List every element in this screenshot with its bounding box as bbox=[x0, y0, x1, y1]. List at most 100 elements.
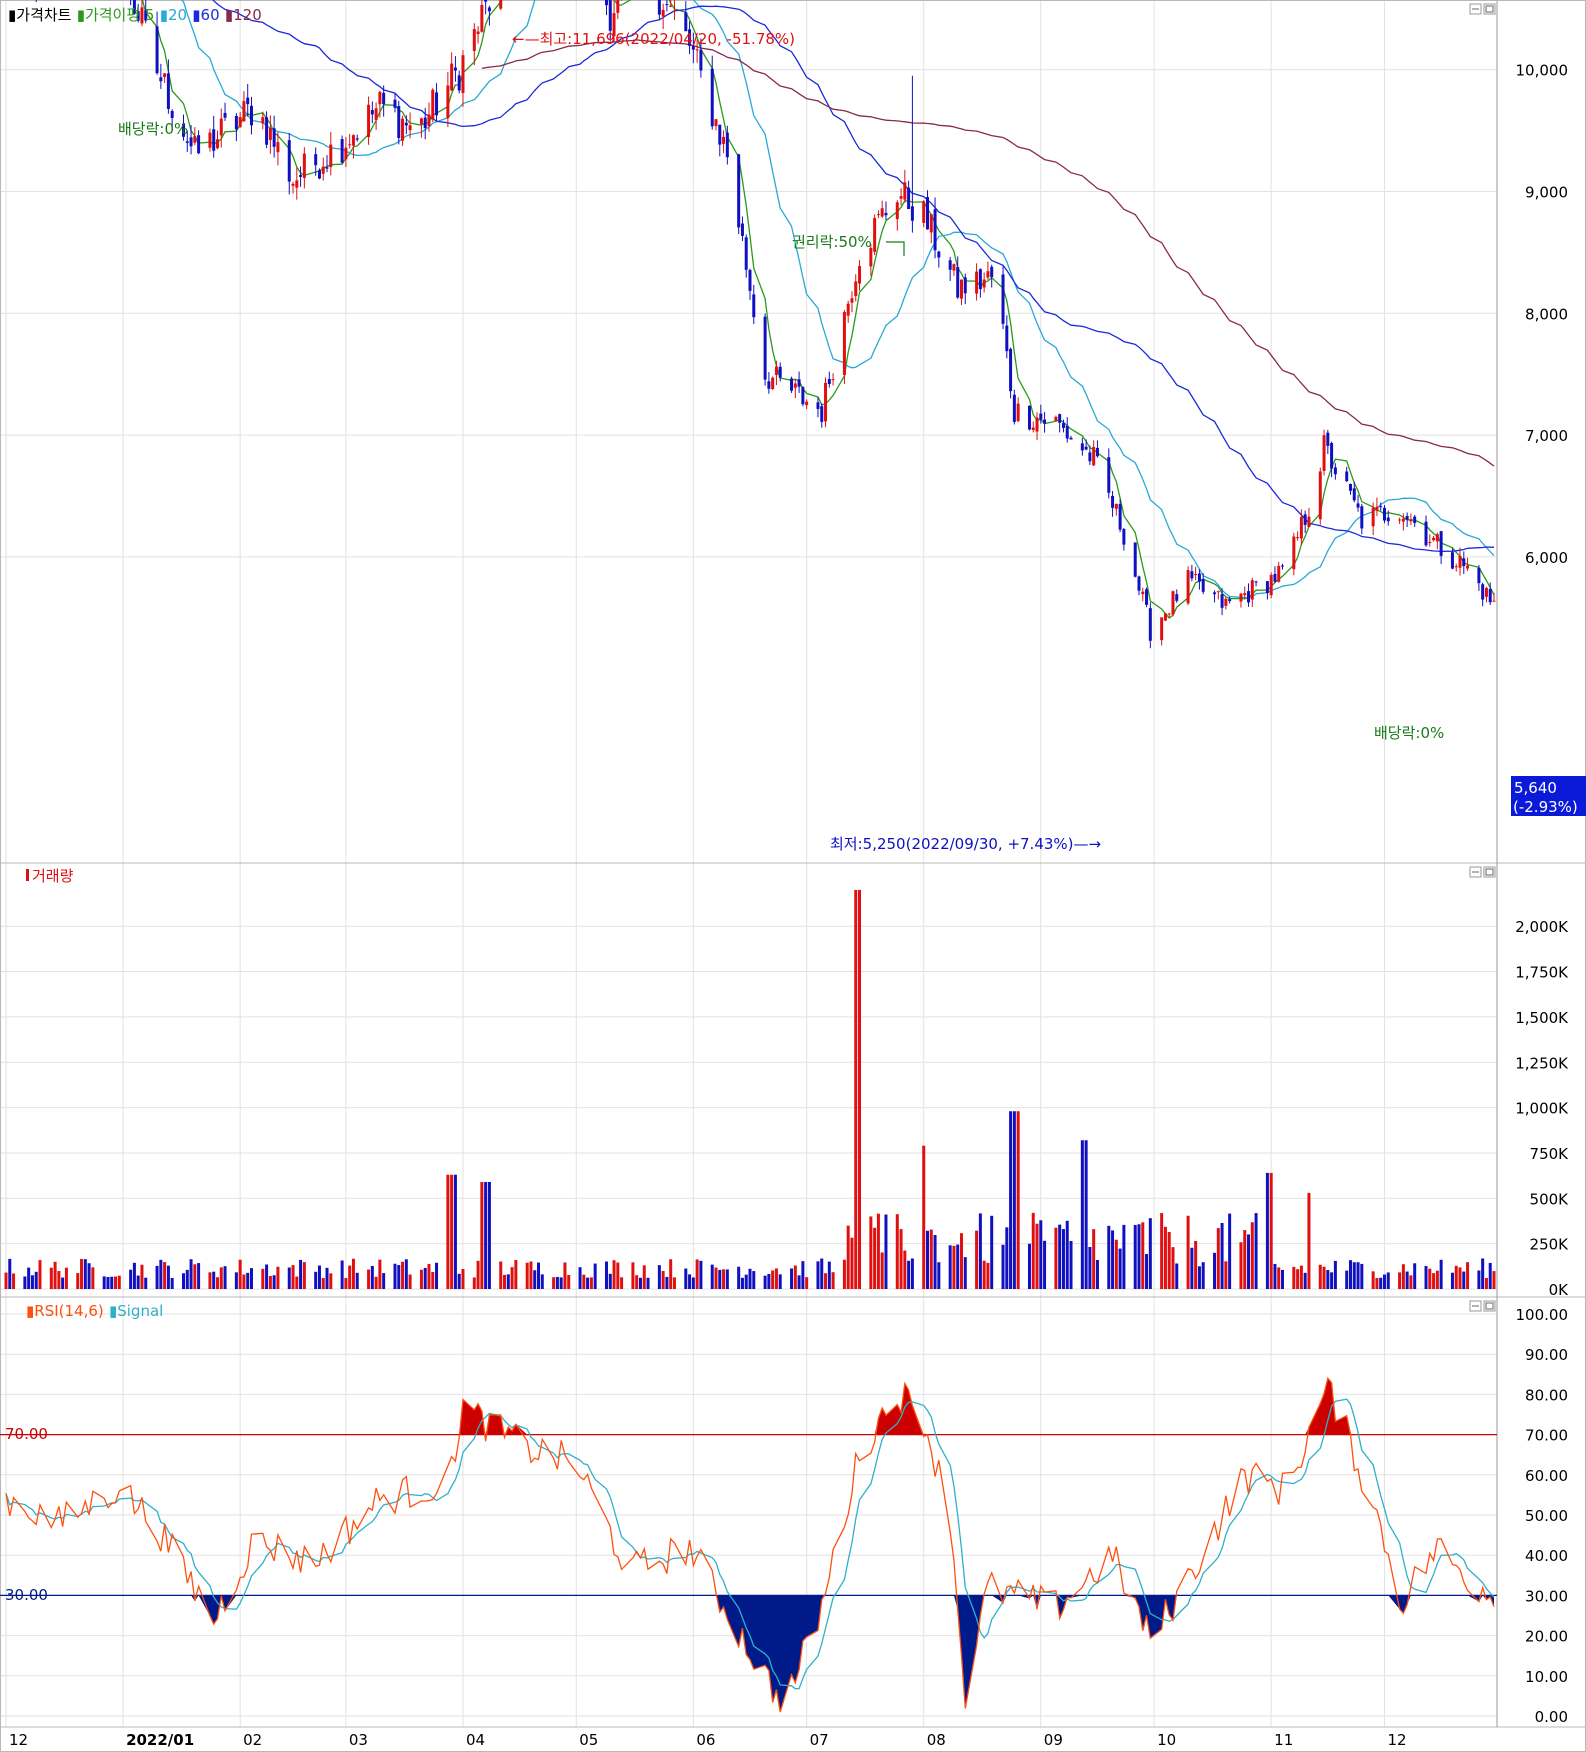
volume-bar bbox=[895, 1214, 899, 1289]
candle-body bbox=[1273, 574, 1277, 582]
volume-bar bbox=[185, 1269, 189, 1289]
legend-item: 60 bbox=[201, 6, 220, 24]
price-tick-label: 9,000 bbox=[1525, 184, 1568, 202]
candle-body bbox=[684, 12, 688, 32]
volume-bar bbox=[1095, 1259, 1099, 1289]
volume-bar bbox=[790, 1268, 794, 1289]
candle bbox=[824, 377, 828, 428]
volume-bar bbox=[963, 1257, 967, 1289]
volume-bar bbox=[1247, 1234, 1251, 1289]
candle-body bbox=[858, 266, 862, 284]
volume-bar bbox=[718, 1269, 722, 1289]
volume-bar bbox=[699, 1260, 703, 1289]
volume-bar bbox=[159, 1259, 163, 1289]
volume-bar bbox=[1160, 1213, 1164, 1289]
candle-body bbox=[408, 125, 412, 131]
volume-bar bbox=[1492, 1271, 1496, 1289]
candle-body bbox=[1432, 537, 1436, 541]
volume-bar bbox=[53, 1261, 57, 1289]
volume-bar bbox=[461, 1269, 465, 1289]
volume-bar bbox=[688, 1274, 692, 1289]
volume-bar bbox=[752, 1271, 756, 1289]
candle-body bbox=[699, 49, 703, 71]
volume-bar bbox=[1216, 1228, 1220, 1289]
candle-body bbox=[903, 182, 907, 200]
volume-bar bbox=[397, 1265, 401, 1289]
x-axis-label: 07 bbox=[810, 1731, 829, 1749]
candle bbox=[1186, 566, 1190, 606]
volume-bar bbox=[166, 1265, 170, 1289]
volume-bar bbox=[608, 1273, 612, 1289]
candle-body bbox=[189, 137, 193, 147]
candle-body bbox=[820, 406, 824, 422]
rsi-tick-label: 50.00 bbox=[1525, 1507, 1568, 1525]
volume-bar bbox=[344, 1277, 348, 1289]
candle-body bbox=[740, 223, 744, 236]
volume-bar bbox=[763, 1275, 767, 1289]
volume-bar bbox=[1031, 1212, 1035, 1289]
volume-bar bbox=[393, 1263, 397, 1289]
candle-body bbox=[695, 49, 699, 51]
volume-bar bbox=[691, 1277, 695, 1289]
price-tick-label: 6,000 bbox=[1525, 549, 1568, 567]
candle-body bbox=[351, 135, 355, 146]
candle-body bbox=[1265, 581, 1269, 594]
volume-bar bbox=[586, 1277, 590, 1289]
candle-body bbox=[1201, 578, 1205, 592]
volume-bar bbox=[1450, 1272, 1454, 1289]
volume-bar bbox=[499, 1261, 503, 1289]
volume-bar bbox=[265, 1264, 269, 1289]
volume-bar bbox=[797, 1275, 801, 1289]
candle-body bbox=[1171, 591, 1175, 615]
candle bbox=[499, 0, 503, 11]
legend-marker: ▮ bbox=[26, 1302, 34, 1320]
x-axis-label: 11 bbox=[1274, 1731, 1293, 1749]
candle bbox=[801, 386, 805, 407]
volume-bar bbox=[102, 1276, 106, 1289]
volume-bar bbox=[276, 1266, 280, 1289]
candle bbox=[1163, 613, 1167, 622]
volume-bar bbox=[1405, 1271, 1409, 1289]
volume-bar bbox=[1009, 1111, 1013, 1289]
candle-body bbox=[975, 271, 979, 294]
candle bbox=[397, 100, 401, 145]
candle-body bbox=[446, 85, 450, 119]
volume-bar bbox=[480, 1181, 484, 1289]
volume-bar bbox=[1190, 1247, 1194, 1289]
candle-body bbox=[1371, 507, 1375, 527]
candle-body bbox=[854, 281, 858, 297]
volume-bar bbox=[503, 1274, 507, 1289]
volume-bar bbox=[110, 1276, 114, 1289]
candle-body bbox=[774, 366, 778, 375]
volume-bar bbox=[748, 1268, 752, 1289]
volume-bar bbox=[990, 1215, 994, 1289]
volume-bar bbox=[525, 1262, 529, 1289]
volume-bar bbox=[612, 1260, 616, 1289]
volume-bar bbox=[926, 1230, 930, 1289]
volume-bar bbox=[1092, 1229, 1096, 1289]
volume-bar bbox=[672, 1277, 676, 1289]
price-tick-label: 7,000 bbox=[1525, 427, 1568, 445]
volume-bar bbox=[801, 1261, 805, 1289]
rsi-tick-label: 30.00 bbox=[1525, 1587, 1568, 1605]
volume-bar bbox=[1281, 1269, 1285, 1289]
candle-body bbox=[317, 170, 321, 179]
volume-bar bbox=[1307, 1192, 1311, 1289]
volume-bar bbox=[261, 1268, 265, 1289]
candle-body bbox=[797, 379, 801, 387]
volume-bar bbox=[87, 1263, 91, 1289]
candle-body bbox=[778, 366, 782, 378]
candle-body bbox=[476, 31, 480, 35]
volume-bar bbox=[80, 1258, 84, 1289]
volume-bar bbox=[1243, 1230, 1247, 1289]
volume-bar bbox=[355, 1272, 359, 1289]
volume-bar bbox=[1084, 1140, 1088, 1289]
candle-body bbox=[986, 271, 990, 278]
volume-bar bbox=[1356, 1262, 1360, 1289]
candle bbox=[1318, 467, 1322, 525]
volume-bar bbox=[453, 1174, 457, 1289]
candle-body bbox=[314, 154, 318, 166]
volume-bar bbox=[899, 1229, 903, 1289]
volume-bar bbox=[582, 1274, 586, 1289]
volume-bar bbox=[1001, 1244, 1005, 1289]
